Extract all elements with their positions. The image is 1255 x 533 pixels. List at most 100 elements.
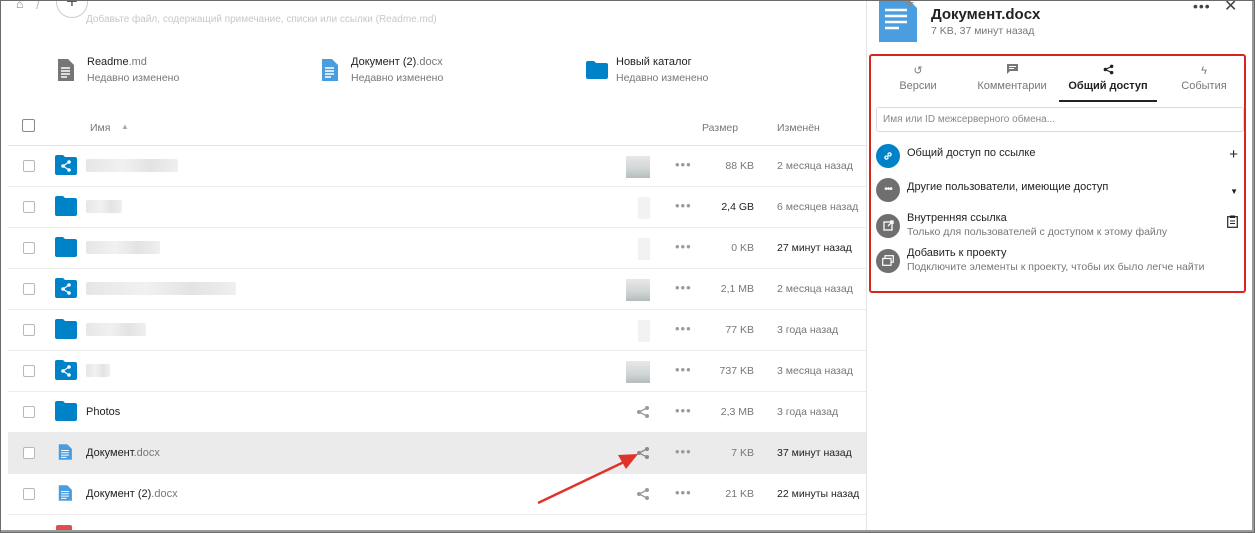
row-checkbox[interactable] bbox=[23, 201, 35, 213]
more-actions-icon[interactable]: ••• bbox=[675, 321, 692, 336]
more-icon: ••• bbox=[876, 178, 900, 202]
recent-sub: Недавно изменено bbox=[87, 72, 180, 84]
sidebar-menu-icon[interactable]: ••• bbox=[1193, 0, 1211, 14]
row-checkbox[interactable] bbox=[23, 488, 35, 500]
file-size: 88 KB bbox=[725, 160, 754, 172]
annotation-arrow bbox=[537, 454, 638, 505]
more-actions-icon[interactable]: ••• bbox=[675, 403, 692, 418]
history-icon: ↺ bbox=[913, 65, 923, 77]
table-row[interactable]: ••• 77 KB 3 года назад bbox=[8, 310, 866, 351]
file-name[interactable]: Photos bbox=[86, 406, 120, 418]
chevron-down-icon[interactable]: ▼ bbox=[1230, 184, 1238, 199]
row-checkbox[interactable] bbox=[23, 406, 35, 418]
recent-ext: .md bbox=[128, 56, 147, 68]
table-row[interactable]: ••• 88 KB 2 месяца назад bbox=[8, 146, 866, 187]
more-actions-icon[interactable]: ••• bbox=[675, 485, 692, 500]
tab-label: Комментарии bbox=[977, 80, 1047, 92]
file-ext: .docx bbox=[133, 447, 160, 459]
blurred-filename bbox=[86, 364, 110, 377]
top-bar: ⌂ / + Добавьте файл, содержащий примечан… bbox=[0, 0, 866, 25]
row-checkbox[interactable] bbox=[23, 365, 35, 377]
file-name[interactable]: Документ (2).docx bbox=[86, 488, 178, 500]
table-row-selected[interactable]: Документ.docx ••• 7 KB 37 минут назад bbox=[8, 433, 866, 474]
text-file-icon bbox=[58, 59, 74, 81]
share-indicator[interactable] bbox=[638, 320, 650, 342]
doc-file-icon bbox=[58, 444, 72, 460]
file-size: 0 KB bbox=[731, 242, 754, 254]
recent-name: Readme bbox=[87, 56, 129, 68]
recent-sub: Недавно изменено bbox=[351, 72, 444, 84]
share-indicator[interactable] bbox=[626, 279, 650, 301]
tab-label: События bbox=[1181, 80, 1227, 92]
blurred-filename bbox=[86, 323, 146, 336]
more-actions-icon[interactable]: ••• bbox=[675, 444, 692, 459]
file-name[interactable]: Документ.docx bbox=[86, 447, 160, 459]
blurred-filename bbox=[86, 241, 160, 254]
folder-icon bbox=[55, 401, 77, 421]
table-row[interactable]: ••• 2,1 MB 2 месяца назад bbox=[8, 269, 866, 310]
row-checkbox[interactable] bbox=[23, 160, 35, 172]
favorite-star-icon[interactable]: ★ bbox=[905, 0, 915, 10]
others-with-access-entry[interactable]: ••• Другие пользователи, имеющие доступ … bbox=[876, 176, 1244, 206]
copy-clipboard-icon[interactable] bbox=[1227, 215, 1238, 231]
column-name-header[interactable]: Имя bbox=[90, 122, 110, 134]
file-modified: 22 минуты назад bbox=[777, 488, 860, 500]
pdf-file-icon bbox=[56, 525, 72, 533]
column-modified-header[interactable]: Изменён bbox=[777, 122, 820, 134]
file-modified: 3 года назад bbox=[777, 406, 839, 418]
file-size: 7 KB bbox=[731, 447, 754, 459]
file-table-body: ••• 88 KB 2 месяца назад ••• 2,4 GB 6 ме… bbox=[8, 146, 866, 515]
table-row[interactable]: ••• 737 KB 3 месяца назад bbox=[8, 351, 866, 392]
project-title: Добавить к проекту bbox=[907, 247, 1007, 259]
new-button[interactable]: + bbox=[56, 0, 88, 18]
close-icon[interactable]: ✕ bbox=[1224, 0, 1237, 16]
row-checkbox[interactable] bbox=[23, 324, 35, 336]
row-checkbox[interactable] bbox=[23, 242, 35, 254]
blurred-filename bbox=[86, 282, 236, 295]
share-icon[interactable] bbox=[636, 405, 650, 419]
tab-label: Версии bbox=[899, 80, 937, 92]
share-indicator[interactable] bbox=[626, 361, 650, 383]
file-size: 737 KB bbox=[719, 365, 754, 377]
tab-activity[interactable]: ϟ События bbox=[1159, 64, 1249, 100]
share-link-entry[interactable]: Общий доступ по ссылке + bbox=[876, 142, 1244, 172]
add-to-project-entry[interactable]: Добавить к проекту Подключите элементы к… bbox=[876, 247, 1244, 277]
project-subtitle: Подключите элементы к проекту, чтобы их … bbox=[907, 261, 1205, 273]
tab-versions[interactable]: ↺ Версии bbox=[873, 64, 963, 100]
file-basename: Документ bbox=[86, 447, 134, 459]
readme-hint[interactable]: Добавьте файл, содержащий примечание, сп… bbox=[86, 14, 437, 25]
select-all-checkbox[interactable] bbox=[22, 119, 35, 132]
more-actions-icon[interactable]: ••• bbox=[675, 157, 692, 172]
folder-icon bbox=[586, 61, 608, 79]
more-actions-icon[interactable]: ••• bbox=[675, 198, 692, 213]
more-actions-icon[interactable]: ••• bbox=[675, 280, 692, 295]
table-row[interactable]: ••• 2,4 GB 6 месяцев назад bbox=[8, 187, 866, 228]
more-actions-icon[interactable]: ••• bbox=[675, 239, 692, 254]
share-indicator[interactable] bbox=[626, 156, 650, 178]
row-checkbox[interactable] bbox=[23, 283, 35, 295]
doc-file-icon bbox=[58, 485, 72, 501]
row-checkbox[interactable] bbox=[23, 447, 35, 459]
share-with-input[interactable] bbox=[876, 107, 1244, 132]
file-modified: 37 минут назад bbox=[777, 447, 852, 459]
external-link-icon bbox=[876, 214, 900, 238]
table-row[interactable]: ••• 0 KB 27 минут назад bbox=[8, 228, 866, 269]
table-row[interactable]: Photos ••• 2,3 MB 3 года назад bbox=[8, 392, 866, 433]
tab-comments[interactable]: Комментарии bbox=[967, 64, 1057, 100]
column-size-header[interactable]: Размер bbox=[702, 122, 738, 134]
blurred-filename bbox=[86, 200, 122, 213]
add-share-link-icon[interactable]: + bbox=[1229, 147, 1238, 162]
share-indicator[interactable] bbox=[638, 197, 650, 219]
home-icon[interactable]: ⌂ bbox=[16, 0, 30, 10]
tab-sharing[interactable]: Общий доступ bbox=[1059, 64, 1157, 102]
tab-label: Общий доступ bbox=[1068, 80, 1148, 92]
recent-sub: Недавно изменено bbox=[616, 72, 709, 84]
table-row[interactable]: Документ (2).docx ••• 21 KB 22 минуты на… bbox=[8, 474, 866, 515]
more-actions-icon[interactable]: ••• bbox=[675, 362, 692, 377]
internal-link-entry[interactable]: Внутренняя ссылка Только для пользовател… bbox=[876, 212, 1244, 242]
project-icon bbox=[876, 249, 900, 273]
internal-link-title: Внутренняя ссылка bbox=[907, 212, 1007, 224]
file-size: 21 KB bbox=[725, 488, 754, 500]
share-indicator[interactable] bbox=[638, 238, 650, 260]
file-size: 2,1 MB bbox=[720, 283, 754, 295]
